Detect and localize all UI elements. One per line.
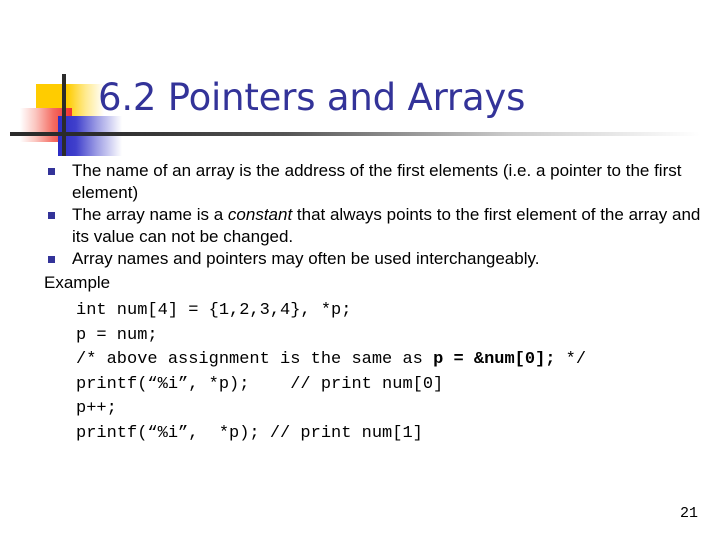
code-line: printf(“%i”, *p); // print num[0] <box>76 374 444 394</box>
code-line: /* above assignment is the same as p = &… <box>76 350 587 369</box>
slide-body: The name of an array is the address of t… <box>44 160 704 446</box>
page-title: 6.2 Pointers and Arrays <box>98 76 526 119</box>
code-block: int num[4] = {1,2,3,4}, *p; p = num; /* ab… <box>76 299 704 446</box>
code-line: p = num; <box>76 325 158 345</box>
vertical-rule <box>62 74 66 156</box>
code-line: int num[4] = {1,2,3,4}, *p; <box>76 301 352 320</box>
list-item-text: The array name is a constant that always… <box>72 205 701 246</box>
yellow-gradient-square-icon <box>36 84 104 130</box>
horizontal-rule <box>10 132 700 136</box>
list-item: The array name is a constant that always… <box>44 204 704 248</box>
square-bullet-icon <box>48 256 55 263</box>
slide-canvas: 6.2 Pointers and Arrays The name of an a… <box>0 0 720 540</box>
code-line: printf(“%i”, *p); // print num[1] <box>76 423 423 443</box>
blue-gradient-square-icon <box>58 116 122 156</box>
example-label: Example <box>44 273 111 292</box>
page-number: 21 <box>679 505 698 522</box>
list-item-text: The name of an array is the address of t… <box>72 161 682 202</box>
list-item-text: Array names and pointers may often be us… <box>72 249 540 268</box>
square-bullet-icon <box>48 212 55 219</box>
square-bullet-icon <box>48 168 55 175</box>
red-gradient-square-icon <box>20 108 72 142</box>
list-item: Array names and pointers may often be us… <box>44 248 704 270</box>
code-emphasis: p = &num[0]; <box>433 350 556 369</box>
list-item: The name of an array is the address of t… <box>44 160 704 204</box>
code-line: p++; <box>76 399 117 418</box>
emphasis-constant: constant <box>227 205 293 224</box>
